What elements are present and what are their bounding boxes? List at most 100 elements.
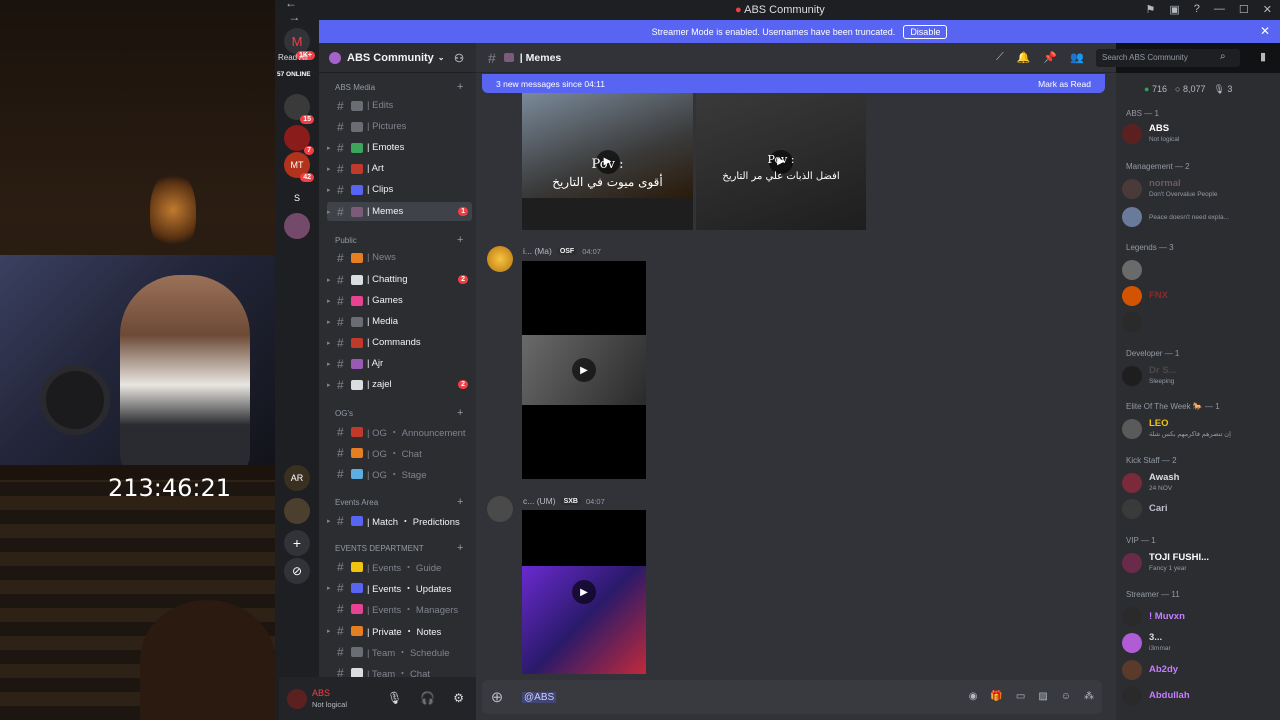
microphone-icon[interactable]: 🎙	[387, 691, 402, 705]
read-all-button[interactable]: Read All	[278, 53, 308, 62]
close-window-button[interactable]: ✕	[1263, 3, 1272, 16]
server-icon[interactable]: S	[284, 185, 310, 211]
channel-item[interactable]: ▸ # | Media	[327, 312, 472, 331]
channel-item[interactable]: # | OG ・ Announcement	[327, 422, 472, 441]
add-attachment-icon[interactable]: ⊕	[482, 688, 512, 706]
threads-icon[interactable]: ⟋	[996, 51, 1004, 64]
add-channel-icon[interactable]: +	[457, 234, 463, 246]
server-icon[interactable]: AR	[284, 465, 310, 491]
apps-icon[interactable]: ◉	[969, 691, 978, 702]
member-item[interactable]: Cari	[1122, 496, 1276, 522]
server-icon[interactable]: 7	[284, 125, 314, 155]
inbox-icon[interactable]: ⚑	[1146, 3, 1156, 16]
channel-item[interactable]: ▸ # | Commands	[327, 333, 472, 352]
channel-item[interactable]: # | Team ・ Schedule	[327, 642, 472, 661]
channel-item[interactable]: # | Events ・ Managers	[327, 599, 472, 618]
server-icon[interactable]	[284, 498, 310, 524]
play-icon[interactable]: ▶	[572, 358, 596, 382]
invite-icon[interactable]: ⚇	[454, 52, 464, 65]
server-icon[interactable]: MT 42	[284, 152, 314, 182]
play-icon[interactable]: ▶	[572, 580, 596, 604]
emoji-icon[interactable]: ☺	[1061, 691, 1071, 702]
members-icon[interactable]: 👥	[1070, 51, 1084, 64]
channel-item[interactable]: ▸ # | Clips	[327, 180, 472, 199]
member-item[interactable]: ABS Not logical	[1122, 121, 1276, 147]
channel-item[interactable]: ▸ # | Art	[327, 159, 472, 178]
category-header[interactable]: ABS Media +	[325, 81, 463, 93]
author-name[interactable]: i... (Ma)	[523, 246, 552, 256]
member-item[interactable]: Peace doesn't need expla...	[1122, 204, 1276, 230]
channel-item[interactable]: ▸ # | Events ・ Updates	[327, 578, 472, 597]
video-embed[interactable]: ▶	[522, 261, 646, 479]
channel-item[interactable]: # | News	[327, 248, 472, 267]
category-header[interactable]: EVENTS DEPARTMENT +	[325, 542, 463, 554]
channel-item[interactable]: # | OG ・ Stage	[327, 464, 472, 483]
server-icon[interactable]: 15	[284, 94, 314, 124]
member-item[interactable]: Awash 24 NOV	[1122, 470, 1276, 496]
channel-item[interactable]: ▸ # | Ajr	[327, 354, 472, 373]
avatar[interactable]	[487, 496, 513, 522]
video-embed[interactable]: ▶ Pov : افضل الذبات علي مر التاريخ	[696, 93, 866, 230]
member-item[interactable]: Abdullah	[1122, 683, 1276, 709]
category-header[interactable]: OG's +	[325, 407, 463, 419]
channel-item[interactable]: ▸ # | Chatting 2	[327, 270, 472, 289]
member-item[interactable]	[1122, 257, 1276, 283]
sticker-icon[interactable]: ▨	[1038, 691, 1047, 702]
author-name[interactable]: c... (UM)	[523, 496, 556, 506]
server-icon[interactable]	[284, 213, 310, 239]
pin-icon[interactable]: 📌	[1043, 51, 1057, 64]
avatar[interactable]	[487, 246, 513, 272]
bell-icon[interactable]: 🔔	[1017, 51, 1031, 64]
category-header[interactable]: Public +	[325, 234, 463, 246]
member-item[interactable]: LEO إن تنصرهم فاكرمهم بكس شلة	[1122, 416, 1276, 442]
discover-icon[interactable]: ⊘	[284, 558, 310, 584]
mark-as-read-button[interactable]: Mark as Read	[1038, 79, 1091, 89]
server-header[interactable]: ABS Community ⌄ ⚇	[319, 43, 476, 73]
gift-icon[interactable]: 🎁	[990, 691, 1002, 702]
channel-item[interactable]: ▸ # | zajel 2	[327, 375, 472, 394]
channel-item[interactable]: ▸ # | Emotes	[327, 138, 472, 157]
member-item[interactable]: normal Don't Overvalue People	[1122, 176, 1276, 202]
add-channel-icon[interactable]: +	[457, 542, 463, 554]
search-input[interactable]: Search ABS Community	[1096, 49, 1240, 67]
minimize-button[interactable]: —	[1214, 3, 1225, 16]
help-icon[interactable]: ?	[1194, 3, 1200, 16]
channel-item[interactable]: ▸ # | Match ・ Predictions	[327, 511, 472, 530]
channel-item[interactable]: ▸ # | Private ・ Notes	[327, 621, 472, 640]
video-embed[interactable]: ▶	[522, 510, 646, 674]
add-channel-icon[interactable]: +	[457, 407, 463, 419]
channel-item[interactable]: # | OG ・ Chat	[327, 443, 472, 462]
new-messages-bar[interactable]: 3 new messages since 04:11 Mark as Read	[482, 74, 1105, 93]
member-item[interactable]: FNX	[1122, 283, 1276, 309]
message-input[interactable]: ⊕ @ABS ◉ 🎁 ▭ ▨ ☺ ⁂	[482, 680, 1102, 714]
channel-item[interactable]: ▸ # | Memes 1	[327, 202, 472, 221]
message-input-text[interactable]: @ABS	[522, 691, 557, 703]
disable-button[interactable]: Disable	[903, 24, 948, 39]
member-item[interactable]: ! Muvxn	[1122, 604, 1276, 630]
screen-icon[interactable]: ▣	[1169, 3, 1179, 16]
channel-item[interactable]: # | Pictures	[327, 117, 472, 136]
member-item[interactable]: Dr S... Sleeping	[1122, 363, 1276, 389]
gif-icon[interactable]: ▭	[1016, 691, 1025, 702]
video-embed[interactable]: ▶ Pov : أقوى ميوت في التاريخ	[522, 93, 693, 230]
avatar[interactable]	[287, 688, 307, 709]
close-banner-icon[interactable]: ✕	[1260, 24, 1270, 38]
channel-item[interactable]: # | Team ・ Chat	[327, 663, 472, 677]
add-server-icon[interactable]: +	[284, 530, 310, 556]
dm-home-icon[interactable]: M 1K+	[284, 28, 315, 60]
maximize-button[interactable]: ☐	[1239, 3, 1249, 16]
member-item[interactable]: Ab2dy	[1122, 657, 1276, 683]
activities-icon[interactable]: ⁂	[1084, 691, 1094, 702]
settings-gear-icon[interactable]: ⚙	[453, 691, 464, 705]
channel-item[interactable]: # | Events ・ Guide	[327, 557, 472, 576]
category-header[interactable]: Events Area +	[325, 496, 463, 508]
add-channel-icon[interactable]: +	[457, 81, 463, 93]
inbox-icon[interactable]: ▮	[1260, 50, 1266, 63]
member-item[interactable]: 3... i3mmar	[1122, 630, 1276, 656]
member-item[interactable]: TOJI FUSHI... Fancy 1 year	[1122, 550, 1276, 576]
headphones-icon[interactable]: 🎧	[420, 691, 435, 705]
add-channel-icon[interactable]: +	[457, 496, 463, 508]
member-item[interactable]	[1122, 309, 1276, 335]
channel-item[interactable]: # | Edits	[327, 96, 472, 115]
channel-item[interactable]: ▸ # | Games	[327, 291, 472, 310]
